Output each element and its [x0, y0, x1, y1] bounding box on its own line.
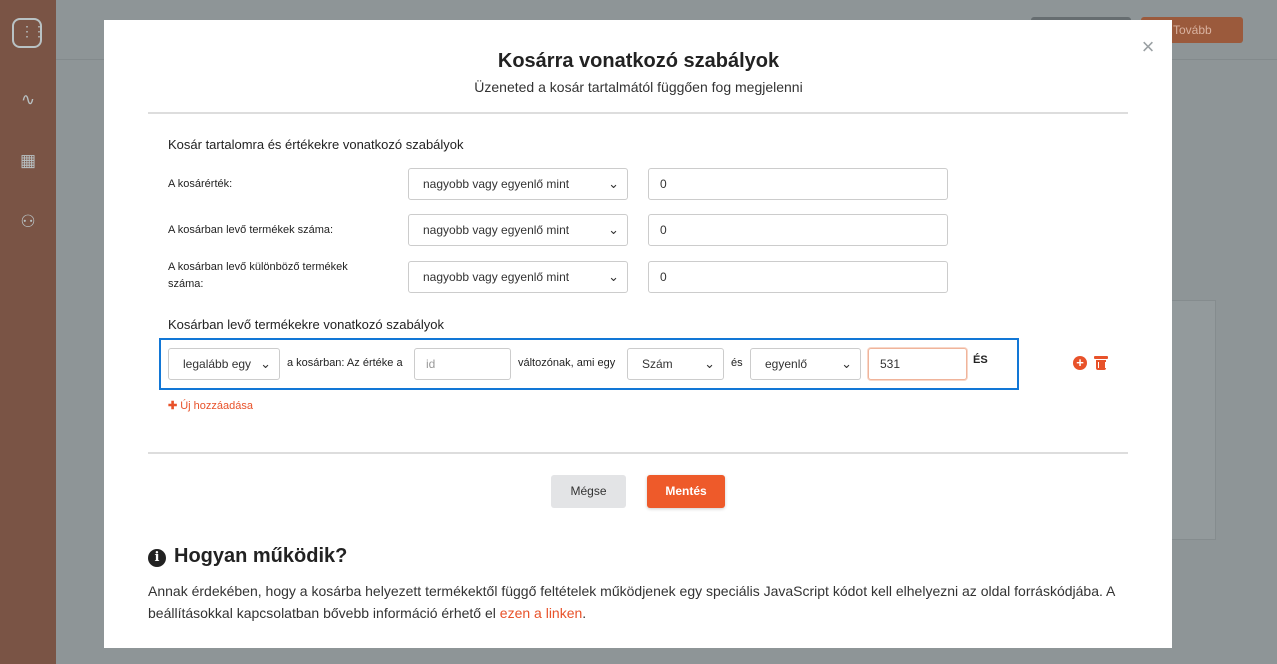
chevron-down-icon: ⌄	[841, 356, 852, 371]
cart-value-operator-select[interactable]: nagyobb vagy egyenlő mint ⌄	[408, 168, 628, 200]
docs-link[interactable]: ezen a linken	[500, 605, 583, 621]
cancel-button[interactable]: Mégse	[551, 475, 626, 508]
app-logo-icon[interactable]	[12, 18, 44, 48]
chevron-down-icon: ⌄	[260, 356, 271, 371]
modal-title: Kosárra vonatkozó szabályok	[497, 50, 780, 72]
cart-value-input[interactable]: 0	[648, 168, 948, 200]
product-rules-title: Kosárban levő termékekre vonatkozó szabá…	[168, 317, 445, 332]
chevron-down-icon: ⌄	[704, 356, 715, 371]
variable-placeholder: id	[426, 357, 436, 371]
add-new-label: Új hozzáadása	[180, 400, 253, 412]
rule-conjunction: ÉS	[973, 354, 988, 366]
save-button[interactable]: Mentés	[647, 475, 725, 508]
grid-icon[interactable]: ▦	[17, 150, 39, 172]
app-sidebar: ∿ ▦ ⚇	[0, 0, 56, 664]
rule-text-and: és	[731, 357, 743, 369]
cart-rules-title: Kosár tartalomra és értékekre vonatkozó …	[168, 137, 464, 152]
divider-bottom	[148, 452, 1128, 454]
type-select[interactable]: Szám ⌄	[627, 348, 724, 380]
product-count-operator-select[interactable]: nagyobb vagy egyenlő mint ⌄	[408, 214, 628, 246]
modal-subtitle: Üzeneted a kosár tartalmától függően fog…	[474, 79, 803, 95]
trash-icon[interactable]	[1094, 356, 1108, 370]
rule-text-variable: változónak, ami egy	[518, 357, 616, 369]
plus-icon: ✚	[168, 400, 178, 412]
how-it-works-end: .	[582, 605, 587, 621]
info-icon: i	[148, 549, 166, 567]
bg-side-panel	[1172, 300, 1216, 540]
rule-text-in-cart: a kosárban: Az értéke a	[287, 357, 403, 369]
chevron-down-icon: ⌄	[608, 269, 619, 284]
distinct-product-count-input[interactable]: 0	[648, 261, 948, 293]
select-value: egyenlő	[765, 357, 808, 371]
chevron-down-icon: ⌄	[608, 222, 619, 237]
add-rule-icon[interactable]: +	[1073, 356, 1087, 370]
how-it-works-body: Annak érdekében, hogy a kosárba helyezet…	[148, 583, 1115, 621]
chevron-down-icon: ⌄	[608, 176, 619, 191]
variable-input[interactable]: id	[414, 348, 511, 380]
distinct-product-count-operator-select[interactable]: nagyobb vagy egyenlő mint ⌄	[408, 261, 628, 293]
users-icon[interactable]: ⚇	[17, 211, 39, 233]
divider-top	[148, 112, 1128, 114]
comparator-select[interactable]: egyenlő ⌄	[750, 348, 861, 380]
product-count-input[interactable]: 0	[648, 214, 948, 246]
rule-value-input[interactable]: 531	[868, 348, 967, 380]
select-value: nagyobb vagy egyenlő mint	[423, 270, 570, 284]
distinct-product-count-label: A kosárban levő különböző termékek száma…	[168, 261, 348, 290]
add-new-link[interactable]: ✚ Új hozzáadása	[168, 399, 253, 412]
select-value: nagyobb vagy egyenlő mint	[423, 177, 570, 191]
product-count-label: A kosárban levő termékek száma:	[168, 224, 334, 236]
how-it-works-text: Annak érdekében, hogy a kosárba helyezet…	[148, 580, 1138, 624]
how-it-works-title-text: Hogyan működik?	[174, 545, 348, 567]
select-value: nagyobb vagy egyenlő mint	[423, 223, 570, 237]
select-value: legalább egy	[183, 357, 252, 371]
how-it-works-title: i Hogyan működik?	[148, 545, 347, 568]
quantifier-select[interactable]: legalább egy ⌄	[168, 348, 280, 380]
cart-value-label: A kosárérték:	[168, 178, 233, 190]
select-value: Szám	[642, 357, 673, 371]
